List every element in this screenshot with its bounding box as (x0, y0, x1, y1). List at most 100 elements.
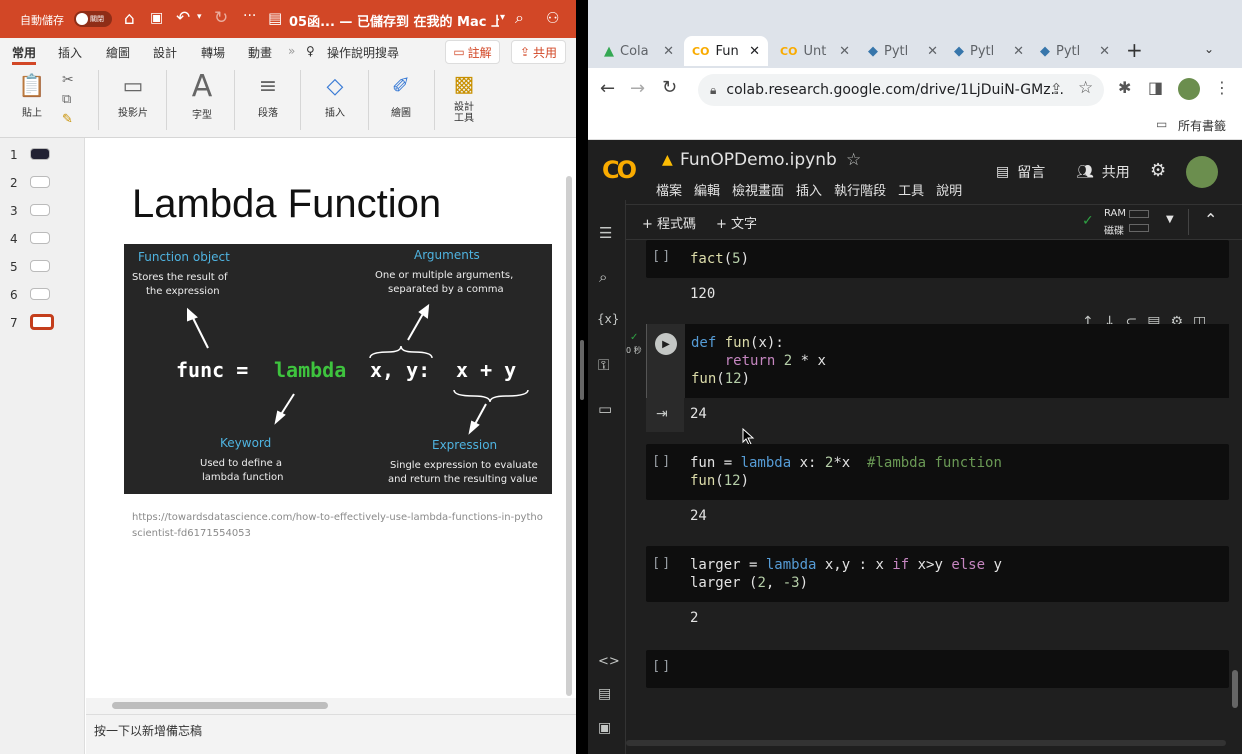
home-icon[interactable]: ⌂ (124, 9, 135, 29)
share-button[interactable]: ⇪ 共用 (511, 40, 566, 64)
drawing-button[interactable]: ✐ 繪圖 (378, 74, 424, 119)
comment-button[interactable]: ▤ 留言 (996, 162, 1045, 182)
browser-tab-active[interactable]: CO Fun ✕ (684, 36, 768, 66)
star-icon[interactable]: ☆ (846, 150, 861, 170)
vertical-scrollbar[interactable] (566, 176, 572, 696)
tab-draw[interactable]: 繪圖 (106, 44, 130, 61)
source-link[interactable]: https://towardsdatascience.com/how-to-ef… (132, 512, 564, 523)
menu-edit[interactable]: 編輯 (694, 180, 720, 199)
address-bar[interactable]: 🔒︎ colab.research.google.com/drive/1LjDu… (698, 74, 1104, 106)
files-folder-icon[interactable]: ▭ (598, 400, 612, 418)
browser-tab[interactable]: ◆ Pytl ✕ (1032, 36, 1118, 66)
slide-thumbnail-7-selected[interactable] (30, 314, 54, 330)
close-tab-icon[interactable]: ✕ (839, 44, 850, 59)
tab-insert[interactable]: 插入 (58, 44, 82, 61)
slide-thumbnail-1[interactable] (30, 148, 50, 160)
run-cell-button[interactable]: [ ] (654, 556, 668, 571)
comments-button[interactable]: ▭ 註解 (445, 40, 500, 64)
menu-file[interactable]: 檔案 (656, 180, 682, 199)
notes-pane[interactable]: 按一下以新增備忘稿 (86, 714, 576, 754)
share-people-icon[interactable]: ⚇ (546, 9, 559, 27)
close-tab-icon[interactable]: ✕ (1013, 44, 1024, 59)
cell-code[interactable]: fact(5) (690, 250, 749, 268)
code-cell[interactable]: [ ] larger = lambda x,y : x if x>y else … (646, 546, 1229, 602)
chrome-menu-icon[interactable]: ⋮ (1214, 78, 1230, 97)
slide-thumbnail-6[interactable] (30, 288, 50, 300)
user-avatar[interactable] (1186, 156, 1218, 188)
ram-meter[interactable] (1129, 210, 1149, 218)
run-cell-button[interactable]: [ ] (654, 454, 668, 469)
horizontal-scrollbar[interactable] (626, 740, 1226, 746)
bookmark-star-icon[interactable]: ☆ (1078, 78, 1093, 98)
menu-view[interactable]: 檢視畫面 (732, 180, 784, 199)
settings-icon[interactable]: ⚙ (1150, 160, 1166, 181)
tabs-overflow-icon[interactable]: » (288, 44, 295, 58)
notebook-name[interactable]: FunOPDemo.ipynb (680, 150, 837, 170)
browser-tab[interactable]: ◆ Pytl ✕ (860, 36, 946, 66)
output-actions-icon[interactable]: ⇥ (656, 406, 668, 422)
cell-code[interactable]: def fun(x): return 2 * x fun(12) (691, 334, 826, 388)
search-icon[interactable]: ⌕ (515, 8, 524, 28)
share-page-icon[interactable]: ⇪ (1050, 80, 1063, 98)
scrollbar-thumb[interactable] (112, 702, 328, 709)
terminal-icon[interactable]: ▣ (598, 720, 611, 736)
table-of-contents-icon[interactable]: ☰ (599, 224, 612, 242)
undo-icon[interactable]: ↶ (176, 8, 190, 28)
browser-tab[interactable]: ▲ Cola ✕ (596, 36, 682, 66)
new-slide-button[interactable]: ▭ 投影片 (110, 74, 156, 119)
more-icon[interactable]: ··· (243, 8, 256, 24)
share-button[interactable]: 👥︎ 共用 (1076, 162, 1130, 182)
code-cell-empty[interactable]: [ ] (646, 650, 1229, 688)
font-button[interactable]: A 字型 (180, 72, 224, 122)
paragraph-button[interactable]: ≡ 段落 (246, 74, 290, 119)
slide-thumbnail-4[interactable] (30, 232, 50, 244)
run-cell-button[interactable]: [ ] (654, 249, 668, 264)
variables-icon[interactable]: {x} (597, 312, 619, 326)
horizontal-scrollbar[interactable] (86, 698, 576, 714)
reload-icon[interactable]: ↻ (662, 77, 677, 98)
run-cell-icon[interactable]: ▶ (655, 333, 677, 355)
tab-transitions[interactable]: 轉場 (201, 44, 225, 61)
menu-help[interactable]: 說明 (936, 180, 962, 199)
cut-icon[interactable]: ✂ (62, 72, 74, 88)
slide-thumbnail-2[interactable] (30, 176, 50, 188)
close-tab-icon[interactable]: ✕ (927, 44, 938, 59)
tab-animations[interactable]: 動畫 (248, 44, 272, 61)
code-cell[interactable]: [ ] fact(5) (646, 240, 1229, 278)
collapse-header-icon[interactable]: ⌃ (1204, 210, 1217, 229)
notebook-scrollbar[interactable] (1232, 670, 1238, 708)
all-bookmarks[interactable]: 所有書籤 (1178, 117, 1226, 134)
slide-canvas[interactable]: Lambda Function Function object Stores t… (86, 138, 576, 698)
format-painter-icon[interactable]: ✎ (62, 112, 73, 127)
copy-icon[interactable]: ⧉ (62, 92, 71, 107)
tell-me-search[interactable]: 操作說明搜尋 (327, 44, 399, 61)
code-snippets-icon[interactable]: <> (598, 654, 620, 669)
profile-avatar[interactable] (1178, 78, 1200, 100)
slide-thumbnail-3[interactable] (30, 204, 50, 216)
title-dropdown-icon[interactable]: ▾ (500, 12, 505, 23)
extensions-icon[interactable]: ✱ (1118, 78, 1131, 97)
paste-button[interactable]: 📋 貼上 (12, 74, 52, 119)
undo-dropdown-icon[interactable]: ▾ (197, 12, 202, 22)
search-icon[interactable]: ⌕ (599, 268, 607, 286)
insert-button[interactable]: ◇ 插入 (312, 74, 358, 119)
cell-code[interactable]: larger = lambda x,y : x if x>y else y la… (690, 556, 1002, 592)
designer-button[interactable]: ▩ 設計 工具 (444, 72, 484, 124)
split-view-divider[interactable] (576, 0, 588, 754)
forward-icon[interactable]: → (630, 78, 645, 99)
add-text-button[interactable]: + 文字 (716, 213, 757, 232)
save-icon[interactable]: ▣ (150, 10, 163, 26)
back-icon[interactable]: ← (600, 78, 615, 99)
code-cell-active[interactable]: ▶ def fun(x): return 2 * x fun(12) (646, 324, 1229, 398)
command-palette-icon[interactable]: ▤ (598, 686, 611, 702)
colab-logo[interactable]: CO (602, 156, 637, 184)
add-code-button[interactable]: + 程式碼 (642, 213, 696, 232)
close-tab-icon[interactable]: ✕ (749, 44, 760, 59)
secrets-key-icon[interactable]: ⚿ (598, 356, 609, 374)
code-cell[interactable]: [ ] fun = lambda x: 2*x #lambda function… (646, 444, 1229, 500)
slide-thumbnail-5[interactable] (30, 260, 50, 272)
menu-insert[interactable]: 插入 (796, 180, 822, 199)
cell-code[interactable]: fun = lambda x: 2*x #lambda function fun… (690, 454, 1002, 490)
disk-meter[interactable] (1129, 224, 1149, 232)
side-panel-icon[interactable]: ◨ (1148, 78, 1163, 97)
